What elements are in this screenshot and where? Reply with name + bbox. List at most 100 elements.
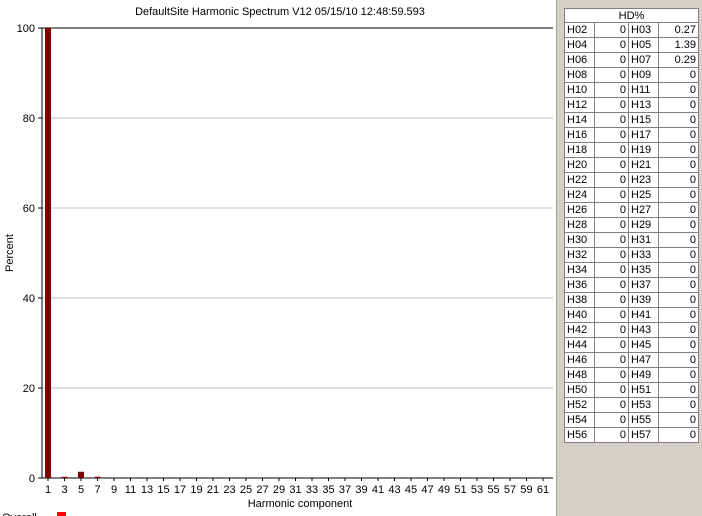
harmonic-label: H44 <box>564 337 595 353</box>
x-tick-label: 51 <box>454 484 466 496</box>
harmonic-value: 0 <box>594 67 629 83</box>
table-row: H04 0 H05 1.39 <box>564 37 699 53</box>
harmonic-label: H19 <box>628 142 659 158</box>
x-tick-label: 25 <box>240 484 252 496</box>
harmonic-label: H21 <box>628 157 659 173</box>
table-row: H34 0 H35 0 <box>564 262 699 278</box>
harmonic-value: 0 <box>658 262 699 278</box>
y-tick-label: 100 <box>17 23 35 35</box>
harmonic-value: 0 <box>594 52 629 68</box>
plot-area <box>42 28 553 478</box>
harmonic-value: 0 <box>594 337 629 353</box>
harmonic-label: H37 <box>628 277 659 293</box>
table-row: H28 0 H29 0 <box>564 217 699 233</box>
x-tick-label: 55 <box>487 484 499 496</box>
harmonic-label: H31 <box>628 232 659 248</box>
harmonic-value: 0 <box>594 292 629 308</box>
table-row: H46 0 H47 0 <box>564 352 699 368</box>
harmonic-label: H49 <box>628 367 659 383</box>
x-tick-label: 33 <box>306 484 318 496</box>
table-row: H22 0 H23 0 <box>564 172 699 188</box>
harmonic-label: H48 <box>564 367 595 383</box>
x-tick-label: 5 <box>78 484 84 496</box>
table-row: H42 0 H43 0 <box>564 322 699 338</box>
table-row: H36 0 H37 0 <box>564 277 699 293</box>
table-row: H48 0 H49 0 <box>564 367 699 383</box>
harmonic-value: 0 <box>594 97 629 113</box>
x-tick-label: 47 <box>421 484 433 496</box>
table-row: H54 0 H55 0 <box>564 412 699 428</box>
harmonic-value: 0 <box>594 82 629 98</box>
x-tick-label: 53 <box>471 484 483 496</box>
table-row: H14 0 H15 0 <box>564 112 699 128</box>
table-row: H16 0 H17 0 <box>564 127 699 143</box>
harmonic-value: 0 <box>658 397 699 413</box>
harmonic-label: H05 <box>628 37 659 53</box>
harmonic-label: H22 <box>564 172 595 188</box>
harmonic-value: 0 <box>594 22 629 38</box>
x-tick-label: 15 <box>157 484 169 496</box>
table-row: H12 0 H13 0 <box>564 97 699 113</box>
x-tick-label: 17 <box>174 484 186 496</box>
harmonic-value: 0 <box>658 412 699 428</box>
chart-svg: 0204060801001 3 5 7 9 11 13 15 17 19 21 23 25 27 29 31 3… <box>2 6 553 516</box>
harmonic-label: H30 <box>564 232 595 248</box>
harmonic-value: 0 <box>594 262 629 278</box>
x-tick-label: 29 <box>273 484 285 496</box>
harmonic-value: 0 <box>594 37 629 53</box>
harmonic-label: H23 <box>628 172 659 188</box>
table-row: H32 0 H33 0 <box>564 247 699 263</box>
x-tick-label: 41 <box>372 484 384 496</box>
table-row: H02 0 H03 0.27 <box>564 22 699 38</box>
harmonic-label: H02 <box>564 22 595 38</box>
bar <box>61 476 68 478</box>
x-tick-label: 45 <box>405 484 417 496</box>
y-tick-label: 80 <box>23 113 35 125</box>
harmonic-label: H25 <box>628 187 659 203</box>
x-tick-label: 31 <box>289 484 301 496</box>
x-tick-label: 7 <box>94 484 100 496</box>
harmonic-label: H16 <box>564 127 595 143</box>
harmonic-value: 0 <box>658 67 699 83</box>
harmonic-label: H15 <box>628 112 659 128</box>
harmonic-label: H51 <box>628 382 659 398</box>
harmonic-label: H24 <box>564 187 595 203</box>
harmonic-label: H34 <box>564 262 595 278</box>
x-tick-label: 3 <box>61 484 67 496</box>
harmonic-value: 0 <box>658 322 699 338</box>
bar <box>78 471 84 478</box>
harmonic-label: H36 <box>564 277 595 293</box>
hd-table: HD% H02 0 H03 0.27 H04 0 H05 1.39 H06 0 H07 0.29 H08… <box>564 8 699 443</box>
x-tick-label: 39 <box>355 484 367 496</box>
harmonic-label: H43 <box>628 322 659 338</box>
table-row: H08 0 H09 0 <box>564 67 699 83</box>
hd-table-panel: HD% H02 0 H03 0.27 H04 0 H05 1.39 H06 0 H07 0.29 H08… <box>562 0 702 516</box>
harmonic-label: H55 <box>628 412 659 428</box>
harmonic-label: H33 <box>628 247 659 263</box>
harmonic-value: 0 <box>658 367 699 383</box>
table-row: H38 0 H39 0 <box>564 292 699 308</box>
harmonic-label: H13 <box>628 97 659 113</box>
harmonic-value: 0 <box>658 112 699 128</box>
harmonic-value: 0 <box>594 307 629 323</box>
harmonic-value: 0 <box>658 187 699 203</box>
harmonic-label: H46 <box>564 352 595 368</box>
harmonic-value: 0 <box>658 97 699 113</box>
harmonic-value: 0 <box>594 412 629 428</box>
harmonic-label: H09 <box>628 67 659 83</box>
harmonic-label: H39 <box>628 292 659 308</box>
harmonic-value: 0 <box>658 217 699 233</box>
harmonic-value: 0 <box>594 142 629 158</box>
harmonic-value: 0.27 <box>658 22 699 38</box>
bar <box>45 28 51 478</box>
harmonic-value: 0.29 <box>658 52 699 68</box>
harmonic-label: H04 <box>564 37 595 53</box>
legend-swatch <box>57 512 66 516</box>
harmonic-label: H27 <box>628 202 659 218</box>
harmonic-label: H38 <box>564 292 595 308</box>
harmonic-value: 0 <box>658 202 699 218</box>
x-tick-label: 49 <box>438 484 450 496</box>
harmonic-label: H29 <box>628 217 659 233</box>
table-row: H40 0 H41 0 <box>564 307 699 323</box>
harmonic-label: H12 <box>564 97 595 113</box>
